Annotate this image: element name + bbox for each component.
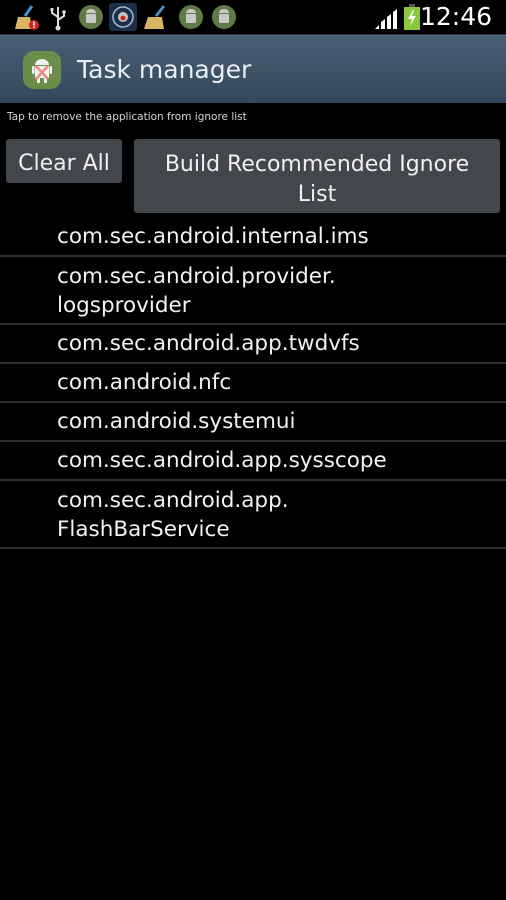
broom-alert-icon — [15, 5, 39, 30]
list-item[interactable]: com.sec.android.provider. logsprovider — [0, 257, 506, 325]
build-recommended-ignore-list-button[interactable]: Build Recommended Ignore List — [134, 139, 500, 213]
list-item[interactable]: com.sec.android.internal.ims — [0, 218, 506, 257]
list-item[interactable]: com.sec.android.app.twdvfs — [0, 325, 506, 364]
list-item[interactable]: com.android.nfc — [0, 364, 506, 403]
ignore-list: com.sec.android.internal.ims com.sec.and… — [0, 218, 506, 549]
battery-charging-icon — [404, 4, 420, 30]
broom-icon — [144, 5, 166, 29]
app-title: Task manager — [77, 55, 252, 84]
list-item[interactable]: com.sec.android.app. FlashBarService — [0, 481, 506, 549]
clear-all-button[interactable]: Clear All — [6, 139, 122, 183]
android-app-icon — [212, 5, 236, 29]
signal-strength-icon — [375, 9, 397, 29]
hint-text: Tap to remove the application from ignor… — [7, 111, 247, 123]
android-app-icon — [79, 5, 103, 29]
status-bar: 12:46 — [0, 0, 506, 35]
usb-icon — [50, 7, 66, 31]
action-bar: Task manager — [0, 35, 506, 103]
task-manager-app-icon[interactable] — [23, 51, 61, 89]
security-app-icon — [109, 3, 137, 31]
android-app-icon — [179, 5, 203, 29]
list-item[interactable]: com.android.systemui — [0, 403, 506, 442]
status-time: 12:46 — [419, 2, 492, 31]
list-item[interactable]: com.sec.android.app.sysscope — [0, 442, 506, 481]
